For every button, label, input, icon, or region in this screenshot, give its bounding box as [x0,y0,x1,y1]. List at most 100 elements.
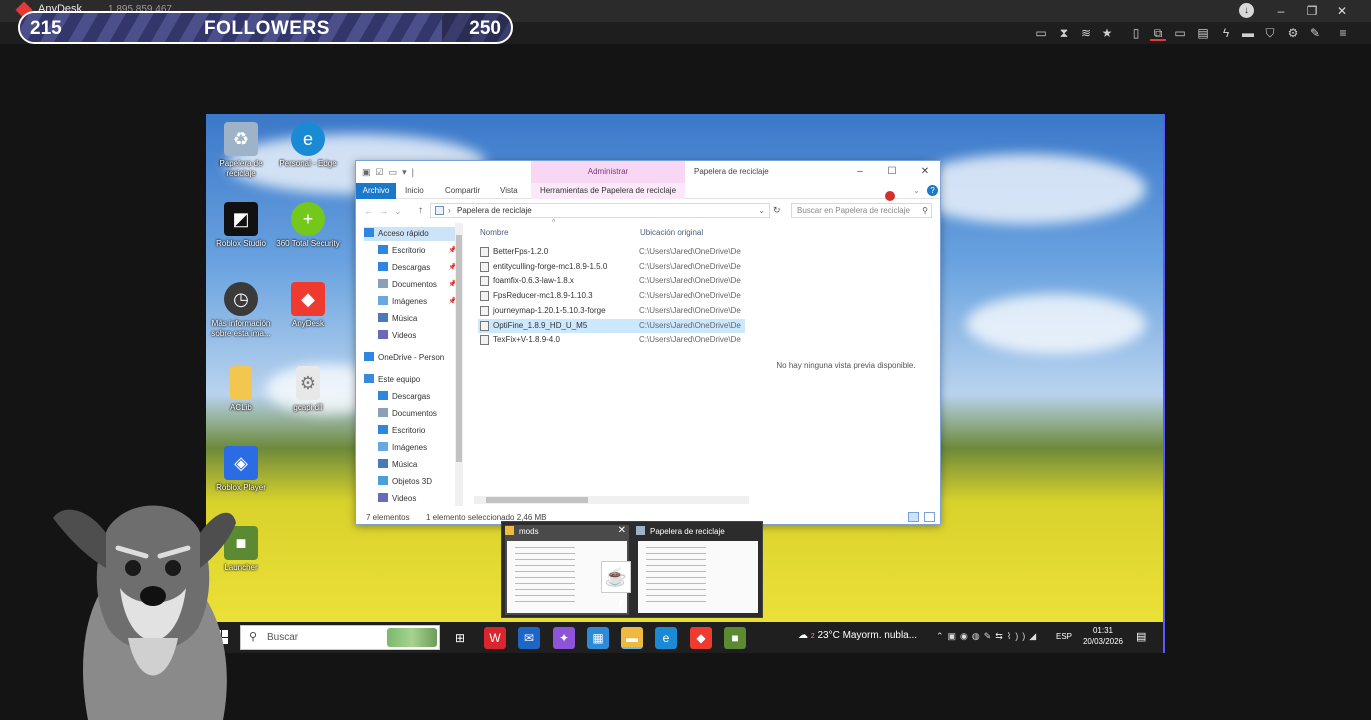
up-arrow-icon[interactable]: ↑ [418,205,423,216]
file-row[interactable]: foamfix-0.6.3-law-1.8.x C:\Users\Jared\On… [478,274,745,288]
download-icon[interactable]: ↓ [1239,3,1254,18]
thumbnail-recycle-bin[interactable]: Papelera de reciclaje [636,525,760,615]
file-icon[interactable]: ▯ [1128,25,1144,41]
file-explorer-icon[interactable]: ▬ [621,627,643,649]
weather-widget[interactable]: ☁ 2 23°C Mayorm. nubla... [798,630,917,641]
expand-ribbon-icon[interactable]: ⌄ [913,186,920,195]
tab-archivo[interactable]: Archivo [356,183,396,199]
lightning-icon[interactable]: ϟ [1218,25,1234,41]
desktop-icon-roblox-player[interactable]: ◈ Roblox Player [206,446,276,493]
database-icon[interactable]: ≋ [1078,25,1094,41]
file-row[interactable]: FpsReducer-mc1.8.9-1.10.3 C:\Users\Jared\… [478,289,745,303]
display-icon[interactable]: ▭ [1172,25,1188,41]
nav-item[interactable]: Música [378,312,464,326]
nav-item[interactable]: Descargas [378,390,464,404]
anydesk-icon[interactable]: ◆ [690,627,712,649]
nav-item-label: Videos [392,494,417,503]
nav-scrollbar[interactable] [455,223,463,506]
desktop-icon-360[interactable]: + 360 Total Security [273,202,343,249]
store-icon[interactable]: ▦ [587,627,609,649]
task-view-icon[interactable]: ⊞ [449,627,471,649]
address-bar[interactable]: › Papelera de reciclaje ⌄ [430,203,770,218]
minecraft-icon[interactable]: ■ [724,627,746,649]
nav-item[interactable]: Documentos [378,407,464,421]
notification-center-icon[interactable]: ▤ [1136,630,1146,643]
desktop-icon-anydesk[interactable]: ◆ AnyDesk [273,282,343,329]
nav-item[interactable]: Este equipo [364,373,454,387]
quick-access-toolbar[interactable]: ▣☑▭▾| [362,167,419,178]
file-row[interactable]: TexFix+V-1.8.9-4.0 C:\Users\Jared\OneDriv… [478,333,745,347]
nav-item[interactable]: Videos [378,492,464,506]
tab-vista[interactable]: Vista [500,186,518,195]
desktop-icon-gcapi[interactable]: ⚙ gcapi.dll [273,366,343,413]
pen-icon[interactable]: ✎ [1307,25,1323,41]
objects-3d-icon [378,476,388,485]
context-tab-administrar[interactable]: Administrar [531,161,685,183]
message-icon[interactable]: ▤ [1195,25,1211,41]
menu-icon[interactable]: ≡ [1335,25,1351,41]
nav-item[interactable]: Objetos 3D [378,475,464,489]
remote-desktop[interactable]: ♻ Papelera de reciclaje e Personal - Edg… [206,114,1165,653]
chevron-down-icon[interactable]: ⌄ [758,204,765,217]
nav-item[interactable]: Música [378,458,464,472]
column-header-name[interactable]: Nombre [480,228,508,237]
keyboard-icon[interactable]: ▬ [1240,25,1256,41]
settings-icon[interactable]: ⚙ [1285,25,1301,41]
system-tray-icons[interactable]: ⌃▣◉◍✎⇆⌇))◢ [936,631,1040,642]
minimize-button[interactable]: – [1268,2,1294,20]
chat-icon[interactable]: ▭ [1033,25,1049,41]
hourglass-icon[interactable]: ⧗ [1056,25,1072,41]
monitor-switch-icon[interactable]: ⧉ [1150,25,1166,41]
desktop-icon-roblox-studio[interactable]: ◩ Roblox Studio [206,202,276,249]
details-view-icon[interactable] [908,512,919,522]
explorer-minimize-button[interactable]: – [853,166,867,177]
explorer-maximize-button[interactable]: ☐ [885,166,899,177]
file-row[interactable]: entityculling-forge-mc1.8.9-1.5.0 C:\User… [478,260,745,274]
outlook-icon[interactable]: ✉ [518,627,540,649]
nav-item[interactable]: Escritorio 📌 [378,244,464,258]
nav-item[interactable]: Escritorio [378,424,464,438]
file-row[interactable]: BetterFps-1.2.0 C:\Users\Jared\OneDrive\D… [478,245,745,259]
star-icon[interactable]: ★ [1099,25,1115,41]
desktop-icon-edge[interactable]: e Personal - Edge [273,122,343,169]
tab-compartir[interactable]: Compartir [445,186,480,195]
explorer-titlebar[interactable]: ▣☑▭▾| Administrar Papelera de reciclaje … [356,161,940,183]
restore-button[interactable]: ❐ [1299,2,1325,20]
file-row[interactable]: OptiFine_1.8.9_HD_U_M5 C:\Users\Jared\One… [478,318,745,333]
file-explorer-window[interactable]: ▣☑▭▾| Administrar Papelera de reciclaje … [355,160,941,525]
nav-item[interactable]: Documentos 📌 [378,278,464,292]
desktop-icon-spotlight[interactable]: ◷ Más información sobre esta ima... [206,282,276,339]
horizontal-scrollbar[interactable] [474,496,749,504]
explorer-close-button[interactable]: ✕ [918,166,932,177]
desktop-icon-recycle-bin[interactable]: ♻ Papelera de reciclaje [206,122,276,179]
edge-icon[interactable]: e [655,627,677,649]
file-row[interactable]: journeymap-1.20.1-5.10.3-forge C:\Users\J… [478,304,745,318]
refresh-icon[interactable]: ↻ [773,205,781,216]
copilot-icon[interactable]: ✦ [553,627,575,649]
nav-item[interactable]: Videos [378,329,464,343]
column-header-origin[interactable]: Ubicación original [640,228,703,237]
language-indicator[interactable]: ESP [1056,632,1072,641]
close-button[interactable]: ✕ [1329,2,1355,20]
nav-item[interactable]: OneDrive - Person [364,351,454,365]
nav-item[interactable]: Imágenes [378,441,464,455]
tab-inicio[interactable]: Inicio [405,186,424,195]
wps-icon[interactable]: W [484,627,506,649]
shield-icon[interactable]: ⛉ [1262,25,1278,41]
jar-file-icon [480,276,489,287]
search-icon: ⚲ [922,206,928,215]
back-forward-icons[interactable]: ←→⌄ [364,206,408,217]
taskbar-search-box[interactable]: ⚲ Buscar [240,625,440,650]
tab-herramientas[interactable]: Herramientas de Papelera de reciclaje [531,183,685,199]
large-icons-view-icon[interactable] [924,512,935,522]
nav-item[interactable]: Descargas 📌 [378,261,464,275]
nav-item-label: Descargas [392,263,431,272]
thumbnail-mods[interactable]: mods ✕ ☕ [505,525,631,615]
clock[interactable]: 01:31 20/03/2026 [1078,625,1128,647]
nav-item[interactable]: Imágenes 📌 [378,295,464,309]
desktop-icon-aclib[interactable]: ACLib [206,366,276,413]
search-input[interactable]: Buscar en Papelera de reciclaje ⚲ [791,203,932,218]
nav-item[interactable]: Acceso rápido [364,227,462,241]
help-icon[interactable]: ? [927,185,938,196]
close-icon[interactable]: ✕ [618,525,626,536]
